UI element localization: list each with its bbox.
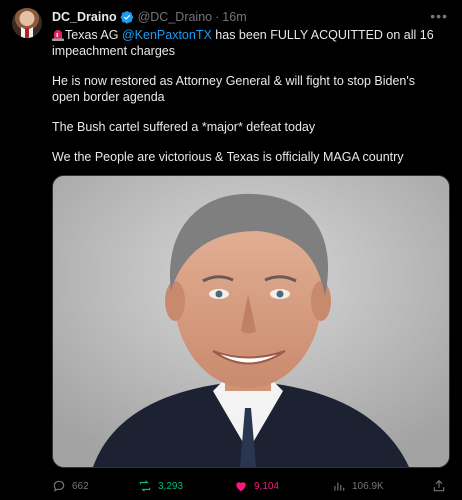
views-button[interactable]: 106.9K	[332, 479, 384, 493]
author-handle[interactable]: @DC_Draino	[138, 10, 213, 24]
tweet-card[interactable]: DC_Draino @DC_Draino · 16m ••• Texas AG …	[0, 0, 462, 500]
mention-link[interactable]: @KenPaxtonTX	[122, 28, 212, 42]
heart-icon	[236, 482, 246, 492]
tweet-paragraph-4: We the People are victorious & Texas is …	[52, 150, 404, 164]
retweet-icon	[139, 480, 151, 492]
tweet-text: Texas AG @KenPaxtonTX has been FULLY ACQ…	[52, 27, 442, 179]
tweet-paragraph-2: He is now restored as Attorney General &…	[52, 74, 415, 104]
avatar[interactable]	[12, 8, 42, 38]
tweet-paragraph-1: Texas AG @KenPaxtonTX has been FULLY ACQ…	[52, 27, 442, 59]
retweet-count: 3,293	[158, 480, 184, 492]
tweet-text-segment: Texas AG	[65, 28, 122, 42]
tweet-header: DC_Draino @DC_Draino · 16m	[52, 10, 247, 24]
tweet-paragraph-3: The Bush cartel suffered a *major* defea…	[52, 120, 316, 134]
view-count: 106.9K	[352, 480, 384, 492]
siren-emoji-icon	[52, 30, 64, 41]
tweet-time[interactable]: 16m	[222, 10, 246, 24]
share-icon	[433, 479, 445, 492]
verified-badge-icon	[120, 11, 133, 24]
reply-icon	[53, 480, 65, 492]
tweet-photo[interactable]	[52, 175, 450, 468]
tweet-actions: 662 3,293 9,104 106.9K	[52, 476, 448, 496]
views-icon	[334, 482, 345, 491]
avatar-tie	[25, 28, 29, 38]
like-button[interactable]: 9,104	[234, 479, 279, 493]
retweet-button[interactable]: 3,293	[138, 479, 183, 493]
reply-button[interactable]: 662	[52, 479, 89, 493]
meta-separator: ·	[215, 10, 220, 24]
reply-count: 662	[72, 480, 89, 492]
like-count: 9,104	[254, 480, 280, 492]
portrait-illustration	[53, 176, 449, 467]
share-button[interactable]	[432, 479, 446, 493]
more-options-icon[interactable]: •••	[430, 8, 448, 24]
author-display-name[interactable]: DC_Draino	[52, 10, 117, 24]
